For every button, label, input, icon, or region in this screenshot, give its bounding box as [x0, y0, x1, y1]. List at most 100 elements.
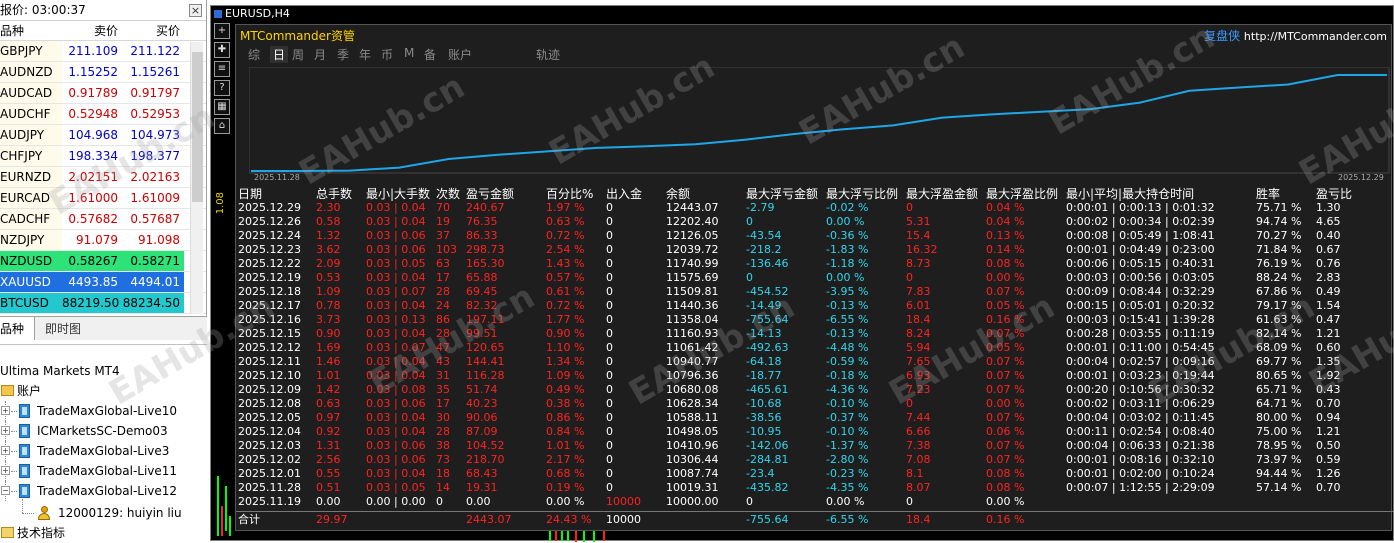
- table-row[interactable]: 2025.12.29 2.30 0.03 | 0.04 70 240.67 1.97 % 0…: [236, 201, 1393, 215]
- market-row[interactable]: EURCAD 1.61000 1.61009: [0, 188, 206, 209]
- table-row[interactable]: 2025.12.01 0.55 0.03 | 0.04 18 68.43 0.68 % 0 1…: [236, 467, 1393, 481]
- market-row[interactable]: BTCUSD 88219.50 88234.50: [0, 293, 206, 314]
- mtc-tab[interactable]: 币: [381, 46, 393, 63]
- market-row[interactable]: XAUUSD 4493.85 4494.01: [0, 272, 206, 293]
- table-row[interactable]: 2025.12.12 1.69 0.03 | 0.07 47 120.65 1.10 % 0…: [236, 341, 1393, 355]
- column-header[interactable]: 总手数: [316, 187, 352, 201]
- tab-symbols[interactable]: 品种: [0, 317, 36, 340]
- column-header[interactable]: 最大浮盈比例: [986, 187, 1058, 201]
- column-header[interactable]: 盈亏金额: [466, 187, 514, 201]
- column-header[interactable]: 最小|大手数: [366, 187, 430, 201]
- nav-indicators[interactable]: 技术指标: [0, 523, 207, 543]
- market-row[interactable]: CADCHF 0.57682 0.57687: [0, 209, 206, 230]
- chart-window[interactable]: EURUSD,H4 + ✚ ≡ ? ▦ ⌂ 1.08 MTCommander资管…: [210, 5, 1394, 542]
- table-row[interactable]: 2025.11.28 0.51 0.03 | 0.05 14 19.31 0.19 % 0 1…: [236, 481, 1393, 495]
- table-row[interactable]: 2025.12.11 1.46 0.03 | 0.04 43 144.41 1.34 % 0…: [236, 355, 1393, 369]
- table-cell: 0: [606, 229, 613, 242]
- close-icon[interactable]: ×: [189, 4, 202, 17]
- nav-account-item[interactable]: + ICMarketsSC-Demo03: [0, 421, 207, 441]
- column-header[interactable]: 最大浮亏比例: [826, 187, 898, 201]
- expand-icon[interactable]: +: [1, 466, 10, 475]
- mtc-brand-url[interactable]: http://MTCommander.com: [1244, 30, 1387, 43]
- market-row[interactable]: AUDNZD 1.15252 1.15261: [0, 62, 206, 83]
- market-row[interactable]: CHFJPY 198.334 198.377: [0, 146, 206, 167]
- market-row[interactable]: EURNZD 2.02151 2.02163: [0, 167, 206, 188]
- column-header[interactable]: 百分比%: [546, 187, 593, 201]
- table-row[interactable]: 2025.12.08 0.63 0.03 | 0.06 17 40.23 0.38 % 0 1…: [236, 397, 1393, 411]
- mtc-tab[interactable]: 周: [292, 46, 304, 63]
- market-row[interactable]: NZDJPY 91.079 91.098: [0, 230, 206, 251]
- table-row[interactable]: 2025.12.24 1.32 0.03 | 0.06 37 86.33 0.72 % 0 1…: [236, 229, 1393, 243]
- column-header[interactable]: 余额: [666, 187, 690, 201]
- nav-user[interactable]: 12000129: huiyin liu: [0, 499, 207, 523]
- nav-account-item[interactable]: + TradeMaxGlobal-Live11: [0, 461, 207, 481]
- market-row[interactable]: AUDCHF 0.52948 0.52953: [0, 104, 206, 125]
- nav-account-item[interactable]: + TradeMaxGlobal-Live10: [0, 401, 207, 421]
- expand-icon[interactable]: +: [1, 406, 10, 415]
- column-header[interactable]: 最小|平均|最大持仓时间: [1066, 187, 1194, 201]
- mtc-tab[interactable]: 轨迹: [536, 46, 560, 63]
- nav-account-item[interactable]: − TradeMaxGlobal-Live12: [0, 481, 207, 501]
- symbol-cell: AUDCAD: [0, 83, 62, 103]
- table-row[interactable]: 2025.12.17 0.78 0.03 | 0.04 24 82.32 0.72 % 0 1…: [236, 299, 1393, 313]
- column-header[interactable]: 盈亏比: [1316, 187, 1352, 201]
- column-symbol[interactable]: 品种: [0, 21, 62, 40]
- column-header[interactable]: 最大浮盈金额: [906, 187, 978, 201]
- expand-icon[interactable]: −: [1, 486, 10, 495]
- column-header[interactable]: 出入金: [606, 187, 642, 201]
- column-header[interactable]: 胜率: [1256, 187, 1280, 201]
- table-row[interactable]: 2025.12.10 1.01 0.03 | 0.04 31 116.28 1.09 % 0…: [236, 369, 1393, 383]
- mtc-tab[interactable]: 备: [424, 46, 436, 63]
- list-icon[interactable]: ≡: [214, 61, 230, 77]
- market-row[interactable]: AUDCAD 0.91789 0.91797: [0, 83, 206, 104]
- table-cell: 0: [606, 383, 613, 396]
- table-row[interactable]: 2025.12.18 1.09 0.03 | 0.07 28 69.45 0.61 % 0 1…: [236, 285, 1393, 299]
- column-header[interactable]: 日期: [238, 187, 262, 201]
- mtc-brand[interactable]: 复盘侠 http://MTCommander.com: [1204, 27, 1387, 44]
- market-row[interactable]: AUDJPY 104.968 104.973: [0, 125, 206, 146]
- grid-icon[interactable]: ▦: [214, 99, 230, 115]
- column-header[interactable]: 最大浮亏金额: [746, 187, 818, 201]
- table-row[interactable]: 2025.11.19 0.00 0.00 | 0.00 0 0.00 0.00 % 1000…: [236, 495, 1393, 509]
- column-ask[interactable]: 买价: [122, 21, 184, 40]
- table-row[interactable]: 2025.12.22 2.09 0.03 | 0.05 63 165.30 1.43 % 0…: [236, 257, 1393, 271]
- tab-tick-chart[interactable]: 即时图: [35, 317, 91, 340]
- zoom-in-icon[interactable]: +: [214, 23, 230, 39]
- table-row[interactable]: 2025.12.03 1.31 0.03 | 0.06 38 104.52 1.01 % 0…: [236, 439, 1393, 453]
- table-row[interactable]: 2025.12.15 0.90 0.03 | 0.04 28 99.51 0.90 % 0 1…: [236, 327, 1393, 341]
- table-row[interactable]: 2025.12.23 3.62 0.03 | 0.06 103 298.73 2.54 %…: [236, 243, 1393, 257]
- expand-icon[interactable]: +: [1, 426, 10, 435]
- market-row[interactable]: GBPJPY 211.109 211.122: [0, 41, 206, 62]
- column-bid[interactable]: 卖价: [62, 21, 122, 40]
- table-cell: -2.80 %: [826, 453, 869, 466]
- mtc-tab[interactable]: 账户: [448, 46, 472, 63]
- nav-platform[interactable]: Ultima Markets MT4: [0, 361, 207, 381]
- nav-account-item[interactable]: + TradeMaxGlobal-Live3: [0, 441, 207, 461]
- table-cell: 17: [436, 397, 450, 410]
- column-header[interactable]: 次数: [436, 187, 460, 201]
- help-icon[interactable]: ?: [214, 80, 230, 96]
- market-row[interactable]: NZDUSD 0.58267 0.58271: [0, 251, 206, 272]
- crosshair-icon[interactable]: ✚: [214, 42, 230, 58]
- scrollbar-thumb[interactable]: [192, 52, 203, 202]
- mtc-tab[interactable]: 年: [359, 46, 371, 63]
- table-cell: 2025.12.03: [238, 439, 301, 452]
- table-row[interactable]: 2025.12.09 1.42 0.03 | 0.08 35 51.74 0.49 % 0 1…: [236, 383, 1393, 397]
- table-row[interactable]: 2025.12.16 3.73 0.03 | 0.13 86 197.11 1.77 % 0…: [236, 313, 1393, 327]
- nav-accounts-folder[interactable]: 账户: [0, 381, 207, 401]
- scrollbar[interactable]: [190, 42, 203, 314]
- table-row[interactable]: 2025.12.02 2.56 0.03 | 0.06 73 218.70 2.17 % 0…: [236, 453, 1393, 467]
- mtc-tab[interactable]: 月: [314, 46, 326, 63]
- table-cell: 0.04 %: [986, 201, 1025, 214]
- mtc-tab[interactable]: M: [404, 46, 414, 60]
- table-row[interactable]: 2025.12.04 0.92 0.03 | 0.04 28 87.09 0.84 % 0 1…: [236, 425, 1393, 439]
- expand-icon[interactable]: +: [1, 446, 10, 455]
- table-total-row[interactable]: 合计 29.97 2443.07 24.43 % 10000 -755.64 -6.55 %…: [236, 511, 1393, 527]
- table-row[interactable]: 2025.12.19 0.53 0.03 | 0.04 17 65.88 0.57 % 0 1…: [236, 271, 1393, 285]
- mtc-tab[interactable]: 综: [248, 46, 260, 63]
- mtc-tab[interactable]: 日: [270, 46, 289, 63]
- mtc-tab[interactable]: 季: [337, 46, 349, 63]
- table-row[interactable]: 2025.12.26 0.58 0.03 | 0.04 19 76.35 0.63 % 0 1…: [236, 215, 1393, 229]
- home-icon[interactable]: ⌂: [214, 118, 230, 134]
- table-row[interactable]: 2025.12.05 0.97 0.03 | 0.04 30 90.06 0.86 % 0 1…: [236, 411, 1393, 425]
